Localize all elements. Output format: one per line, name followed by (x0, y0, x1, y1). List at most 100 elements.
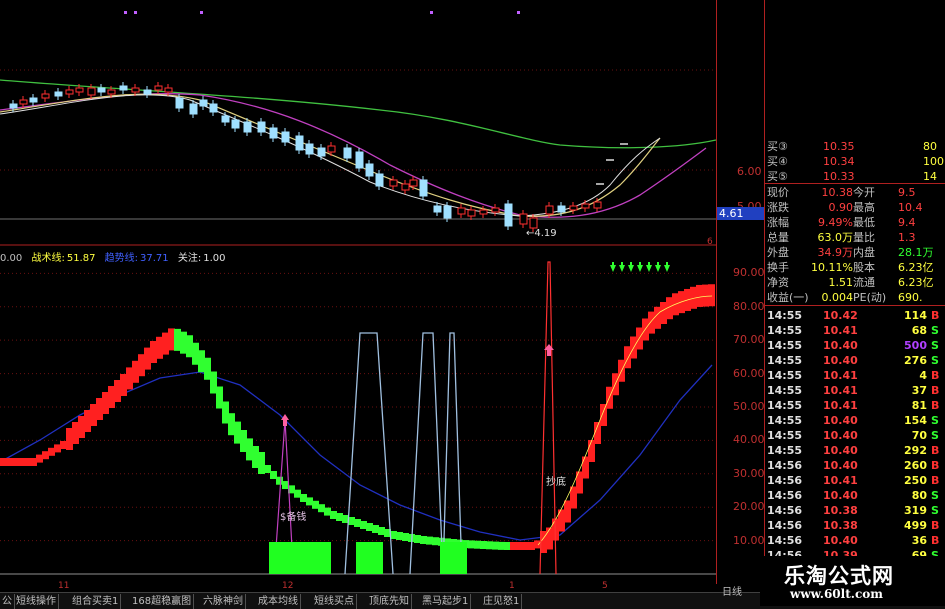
stat-row: 收益(一) 0.004 PE(动) 690. (765, 291, 945, 304)
tick-time: 14:56 (767, 534, 803, 547)
stat-value: 9.49% (818, 216, 853, 229)
stat-value: 6.23亿 (898, 261, 934, 274)
ribbon-block (90, 404, 97, 426)
indicator-tab[interactable]: 庄见怒1 (481, 594, 523, 609)
ribbon-block (660, 302, 667, 324)
candle-body (54, 91, 63, 97)
tick-time: 14:55 (767, 369, 803, 382)
tick-row: 14:55 10.40 292 B (765, 444, 945, 457)
candle-body (569, 205, 578, 211)
tick-row: 14:55 10.40 154 S (765, 414, 945, 427)
candle-body (467, 209, 476, 217)
candle-body (479, 209, 488, 215)
ribbon-block (12, 458, 19, 466)
ribbon-block (360, 521, 367, 529)
indicator-tab[interactable]: 顶底先知 (367, 594, 412, 609)
ribbon-block (168, 328, 175, 351)
ribbon-block (102, 392, 109, 414)
candle-body (107, 89, 116, 95)
candle-body (327, 145, 336, 153)
candle-body (343, 147, 352, 159)
ribbon-block (228, 413, 235, 436)
price-dashes (596, 143, 628, 185)
tick-side: B (931, 369, 940, 382)
tick-side: B (931, 534, 940, 547)
indicator-tab[interactable]: 成本均线 (256, 594, 301, 609)
down-arrow-stem (621, 262, 623, 266)
tactical-label: 战术线: (31, 253, 65, 264)
stat-label: 最低 (853, 216, 875, 229)
candle-body (41, 93, 50, 99)
marker-6: 6 (707, 237, 713, 247)
candle-body (131, 87, 140, 93)
header-prefix: 0.00 (0, 253, 23, 264)
ribbon-block (396, 532, 403, 540)
ma-yellow (0, 93, 661, 217)
down-arrow-icon (637, 265, 643, 272)
candle-body (433, 205, 442, 213)
ribbon-block (120, 374, 127, 396)
indicator-tab[interactable]: 黑马起步1 (420, 594, 472, 609)
indicator-tab[interactable]: 168超稳赢图 (130, 594, 195, 609)
bid-volume: 14 (923, 170, 937, 183)
watermark-title: 乐淘公式网 (784, 564, 894, 588)
tick-price: 10.38 (823, 519, 858, 532)
tick-price: 10.38 (823, 504, 858, 517)
tick-time: 14:55 (767, 384, 803, 397)
candle-body (593, 201, 602, 209)
bid-price: 10.34 (823, 155, 855, 168)
ribbon-block (648, 311, 655, 334)
ribbon-block (66, 428, 73, 450)
tick-side: B (931, 399, 940, 412)
tick-volume: 500 (904, 339, 927, 352)
tick-side: S (931, 339, 939, 352)
tick-volume: 154 (904, 414, 927, 427)
tick-volume: 4 (919, 369, 927, 382)
tick-price: 10.40 (823, 354, 858, 367)
period-label[interactable]: 日线 (722, 583, 742, 598)
bottom-annotation: 抄底 (546, 477, 566, 488)
indicator-tab[interactable]: 公 (0, 594, 15, 609)
ribbon-block (6, 458, 13, 466)
ribbon-block (210, 371, 217, 394)
ribbon-block (312, 500, 319, 509)
tick-price: 10.40 (823, 489, 858, 502)
tick-time: 14:55 (767, 324, 803, 337)
ribbon-block (294, 489, 301, 498)
ribbon-block (318, 504, 325, 513)
indicator-tab[interactable]: 组合买卖1 (70, 594, 122, 609)
candle-body (243, 121, 252, 133)
tick-volume: 319 (904, 504, 927, 517)
tick-price: 10.40 (823, 429, 858, 442)
tactical-value: 51.87 (66, 253, 96, 264)
candle-body (143, 89, 152, 95)
indicator-header: 0.00 战术线: 51.87 趋势线: 37.71 关注: 1.00 (0, 249, 232, 264)
candle-body (529, 217, 538, 229)
tick-time: 14:56 (767, 474, 803, 487)
tick-time: 14:55 (767, 399, 803, 412)
indicator-tab[interactable]: 六脉神剑 (201, 594, 246, 609)
tick-price: 10.41 (823, 474, 858, 487)
tick-row: 14:56 10.40 36 B (765, 534, 945, 547)
watermark-url: www.60lt.com (790, 587, 883, 601)
ribbon-block (246, 438, 253, 461)
stat-row: 换手 10.11% 股本 6.23亿 (765, 261, 945, 274)
kline-chart[interactable] (0, 0, 716, 584)
ribbon-block (162, 332, 169, 355)
tactical-line-ribbon (0, 284, 715, 553)
indicator-tab[interactable]: 短线操作 (14, 594, 59, 609)
indicator-tab[interactable]: 短线买点 (312, 594, 357, 609)
ribbon-block (204, 357, 211, 380)
candle-body (119, 85, 128, 91)
stat-value: 10.38 (821, 186, 854, 199)
quote-divider (765, 305, 945, 306)
stat-value: 0.90 (828, 201, 854, 214)
tick-time: 14:55 (767, 309, 803, 322)
chart-area[interactable]: 0.00 战术线: 51.87 趋势线: 37.71 关注: 1.00 ←4.19 $… (0, 0, 716, 584)
candle-body (209, 103, 218, 113)
ribbon-block (108, 386, 115, 408)
tick-volume: 114 (904, 309, 927, 322)
stat-value: 10.11% (811, 261, 853, 274)
ribbon-block (114, 380, 121, 402)
tick-volume: 70 (911, 429, 927, 442)
